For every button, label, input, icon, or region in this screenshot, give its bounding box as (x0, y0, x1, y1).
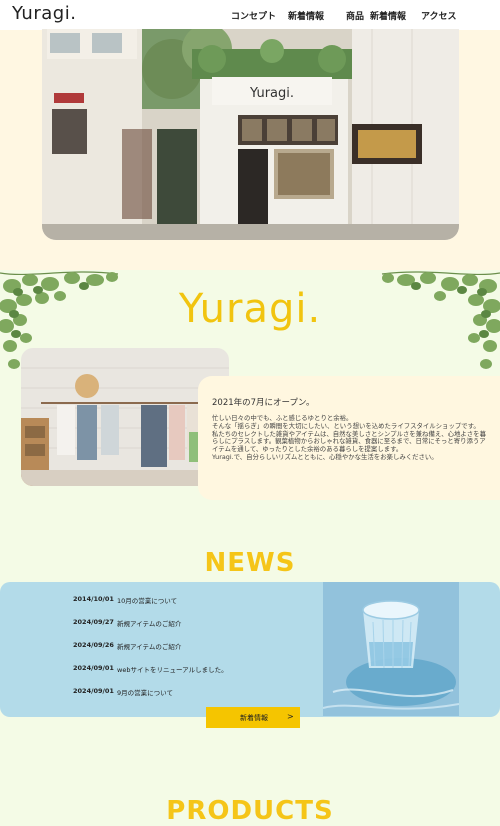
nav-concept[interactable]: コンセプト (231, 9, 276, 22)
site-logo[interactable]: Yuragi. (12, 3, 76, 24)
glass-photo (323, 582, 459, 716)
news-date: 2024/09/27 (73, 618, 114, 626)
intro-paragraph: 私たちのセレクトした雑貨やアイテムは、自然な美しさとシンプルさを兼ね備え、心地よ… (212, 429, 486, 454)
brand-title: Yuragi. (178, 286, 322, 332)
nav-access[interactable]: アクセス (421, 9, 457, 22)
news-date: 2024/09/01 (73, 687, 114, 695)
news-title-link[interactable]: 新規アイテムのご紹介 (117, 618, 181, 628)
news-more-label: 新着情報 (240, 714, 268, 722)
intro-paragraph: Yuragi.で、自分らしいリズムとともに、心穏やかな生活をお楽しみください。 (212, 452, 438, 461)
intro-card: 2021年の7月にオープン。 忙しい日々の中でも、ふと感じるゆとりと余裕。 そん… (198, 376, 500, 500)
hero-shopfront-photo: Yuragi. (42, 29, 459, 240)
news-date: 2014/10/01 (73, 595, 114, 603)
shop-sign: Yuragi. (249, 86, 294, 101)
products-section-title: PRODUCTS (166, 796, 334, 826)
intro-body: 忙しい日々の中でも、ふと感じるゆとりと余裕。 そんな「揺らぎ」の瞬間を大切にした… (212, 414, 488, 462)
news-title-link[interactable]: 9月の営業について (117, 687, 173, 697)
site-header: Yuragi. コンセプト 新着情報 商品 アクセス 新着情報 (0, 0, 500, 30)
nav-products[interactable]: 商品 (346, 9, 364, 22)
news-title-link[interactable]: webサイトをリニューアルしました。 (117, 664, 228, 674)
news-date: 2024/09/26 (73, 641, 114, 649)
nav-news[interactable]: 新着情報 (288, 9, 324, 22)
chevron-right-icon: > (287, 712, 294, 721)
nav-news-2[interactable]: 新着情報 (370, 9, 406, 22)
intro-heading: 2021年の7月にオープン。 (212, 398, 315, 408)
news-date: 2024/09/01 (73, 664, 114, 672)
news-title-link[interactable]: 新規アイテムのご紹介 (117, 641, 181, 651)
news-title-link[interactable]: 10月の営業について (117, 595, 177, 605)
news-section-title: NEWS (204, 548, 296, 578)
news-more-button[interactable]: 新着情報 > (206, 707, 300, 728)
